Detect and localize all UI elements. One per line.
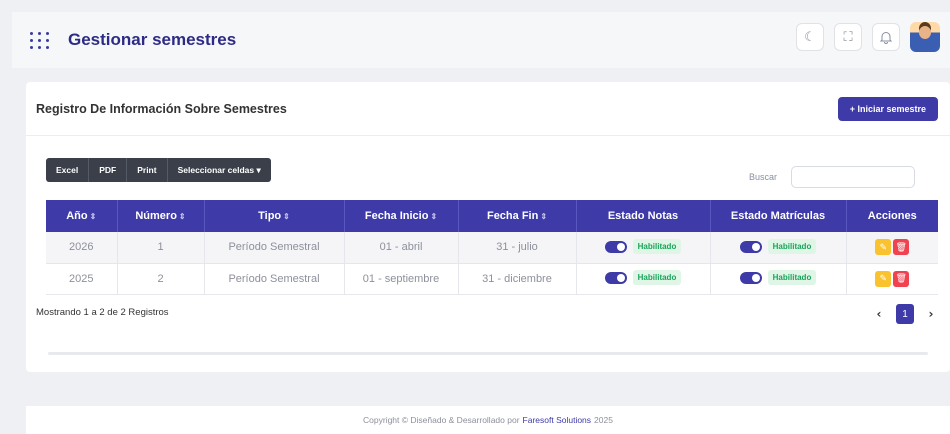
cell-estado-matriculas: Habilitado [710, 232, 847, 264]
cell-numero: 2 [117, 263, 205, 295]
cell-fecha-fin: 31 - julio [458, 232, 577, 264]
footer: Copyright © Diseñado & Desarrollado por … [26, 406, 950, 434]
notas-toggle[interactable] [604, 271, 627, 284]
sort-icon[interactable]: ⇕ [90, 212, 97, 221]
sort-icon[interactable]: ⇕ [540, 212, 547, 221]
cell-estado-matriculas: Habilitado [710, 263, 847, 295]
delete-button[interactable]: 🗑 [893, 270, 910, 287]
top-actions: ☾ ⛶ [796, 22, 940, 52]
grid-dots-icon[interactable] [30, 29, 52, 51]
table-header-row: Año ⇕ Número ⇕ Tipo ⇕ Fecha Inicio ⇕ Fecha F… [46, 200, 938, 232]
cell-estado-notas: Habilitado [576, 263, 711, 295]
print-button[interactable]: Print [127, 158, 168, 182]
semesters-table: Año ⇕ Número ⇕ Tipo ⇕ Fecha Inicio ⇕ Fecha F… [46, 200, 938, 295]
search-label: Buscar [749, 172, 778, 182]
card-header: Registro De Información Sobre Semestres [26, 82, 950, 136]
column-header-fecha-fin[interactable]: Fecha Fin ⇕ [458, 200, 577, 232]
sort-icon[interactable]: ⇕ [179, 212, 186, 221]
theme-toggle-button[interactable]: ☾ [796, 23, 824, 51]
sort-icon[interactable]: ⇕ [430, 212, 437, 221]
pagination: ‹ 1 › [872, 304, 938, 324]
next-page-button[interactable]: › [924, 307, 938, 321]
table-row: 2026 1 Período Semestral 01 - abril 31 -… [46, 232, 938, 264]
status-badge: Habilitado [632, 239, 682, 254]
cell-acciones: ✎ 🗑 [846, 263, 938, 295]
trash-icon: 🗑 [895, 241, 907, 252]
column-header-fecha-inicio[interactable]: Fecha Inicio ⇕ [344, 200, 459, 232]
column-header-estado-notas: Estado Notas [576, 200, 711, 232]
matriculas-toggle[interactable] [739, 271, 762, 284]
fullscreen-icon: ⛶ [843, 29, 853, 45]
column-header-tipo[interactable]: Tipo ⇕ [204, 200, 345, 232]
trash-icon: 🗑 [895, 273, 907, 283]
notifications-button[interactable] [872, 23, 900, 51]
matriculas-toggle[interactable] [739, 240, 762, 253]
status-badge: Habilitado [632, 270, 682, 286]
delete-button[interactable]: 🗑 [893, 239, 910, 256]
export-buttons: Excel PDF Print Seleccionar celdas ▾ [46, 158, 271, 182]
page-button-1[interactable]: 1 [896, 304, 914, 324]
avatar[interactable] [910, 22, 940, 52]
footer-year: 2025 [594, 415, 613, 425]
cell-fecha-fin: 31 - diciembre [458, 263, 577, 295]
search-input[interactable] [791, 166, 915, 188]
footer-brand-link[interactable]: Faresoft Solutions [523, 415, 592, 425]
table-info: Mostrando 1 a 2 de 2 Registros [36, 307, 169, 318]
select-cells-button[interactable]: Seleccionar celdas ▾ [167, 158, 271, 182]
previous-page-button[interactable]: ‹ [872, 307, 886, 321]
notas-toggle[interactable] [604, 240, 627, 253]
cell-anio: 2025 [46, 263, 118, 295]
cell-tipo: Período Semestral [204, 263, 345, 295]
add-semester-button[interactable]: + Iniciar semestre [837, 97, 938, 121]
pencil-icon: ✎ [879, 273, 888, 283]
moon-icon: ☾ [804, 29, 816, 45]
cell-acciones: ✎ 🗑 [846, 232, 938, 264]
bell-icon [880, 31, 892, 44]
horizontal-scrollbar[interactable] [48, 352, 928, 355]
table-row: 2025 2 Período Semestral 01 - septiembre… [46, 263, 938, 295]
footer-copyright: Copyright © Diseñado & Desarrollado por [363, 415, 520, 425]
column-header-anio[interactable]: Año ⇕ [46, 200, 118, 232]
card-title: Registro De Información Sobre Semestres [36, 101, 287, 116]
cell-anio: 2026 [46, 232, 118, 264]
status-badge: Habilitado [767, 270, 817, 286]
cell-numero: 1 [117, 232, 205, 264]
pdf-button[interactable]: PDF [89, 158, 128, 182]
status-badge: Habilitado [767, 239, 817, 254]
page-title: Gestionar semestres [68, 30, 237, 49]
cell-fecha-inicio: 01 - septiembre [344, 263, 459, 295]
top-bar: Gestionar semestres ☾ ⛶ [12, 12, 950, 68]
cell-tipo: Período Semestral [204, 232, 345, 264]
edit-button[interactable]: ✎ [875, 239, 892, 256]
cell-fecha-inicio: 01 - abril [344, 232, 459, 264]
pencil-icon: ✎ [879, 241, 888, 252]
edit-button[interactable]: ✎ [875, 270, 892, 287]
semesters-card: Registro De Información Sobre Semestres … [26, 82, 950, 372]
column-header-numero[interactable]: Número ⇕ [117, 200, 205, 232]
column-header-acciones: Acciones [846, 200, 938, 232]
sort-icon[interactable]: ⇕ [283, 212, 290, 221]
excel-button[interactable]: Excel [46, 158, 90, 182]
column-header-estado-matriculas: Estado Matrículas [710, 200, 847, 232]
cell-estado-notas: Habilitado [576, 232, 711, 264]
fullscreen-button[interactable]: ⛶ [834, 23, 862, 51]
